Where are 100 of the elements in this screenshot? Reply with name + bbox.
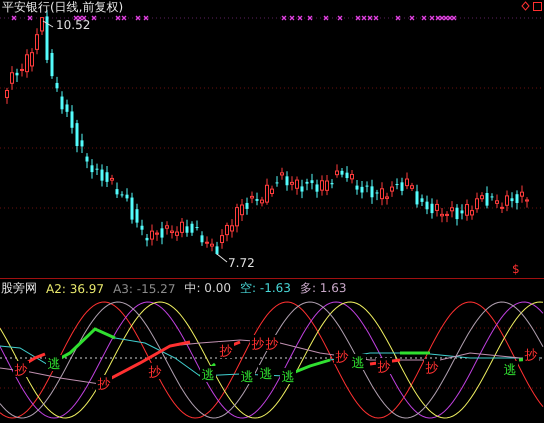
indicator-value: A3: -15.27 [113,282,176,296]
candlestick [346,166,348,182]
candlestick [396,178,398,190]
buy-signal-label: 抄 [426,361,438,376]
candlestick [76,119,78,153]
sell-signal-label: 逃 [202,368,214,383]
candlestick [316,179,318,198]
candlestick [300,179,304,199]
candlestick [360,180,364,199]
candlestick [416,184,418,208]
candlestick [276,176,278,188]
candlestick [116,182,118,198]
candlestick [460,204,464,220]
candlestick [56,76,58,92]
cross-marker [421,15,427,21]
candlestick [50,48,54,80]
sell-signal-label: 逃 [282,370,294,385]
cross-marker [409,15,415,21]
candlestick [86,152,88,169]
candlestick [80,133,84,154]
candlestick [146,233,148,247]
candlestick [310,173,314,190]
sell-signal-label: 逃 [240,370,254,385]
candlestick [110,174,114,186]
candlestick [516,190,518,210]
candlestick [490,192,494,202]
cross-marker [289,15,295,21]
candlestick [126,188,128,202]
candlestick [90,158,94,180]
candlestick [200,230,204,246]
leader-line [216,254,228,262]
candlestick [335,164,339,178]
sell-signal-label: 逃 [504,363,516,378]
indicator-name: 股旁网 [1,280,37,297]
candlestick [306,178,308,191]
diamond-icon[interactable] [521,1,530,11]
candlestick [430,198,434,220]
candlestick [370,179,374,204]
signal-mark: $ [512,262,520,276]
candlestick [160,221,164,245]
leader-line [42,20,54,28]
candlestick [456,204,458,226]
candlestick [426,195,428,215]
candlestick [486,186,488,209]
high-price-label: 10.52 [56,18,90,32]
cross-marker [11,15,17,21]
candlestick [340,168,344,178]
candlestick [96,163,98,176]
candlestick [400,177,404,196]
candlestick [100,164,104,187]
cross-marker [395,15,401,21]
candlestick [420,194,424,206]
low-price-label: 7.72 [228,256,255,270]
indicator-value: 多: 1.63 [300,280,347,297]
candlestick [136,203,138,228]
candlestick [16,68,18,82]
sell-signal-label: 逃 [48,357,60,372]
buy-signal-label: 抄 [378,360,390,375]
candlestick [186,219,188,238]
cross-marker [307,15,313,21]
indicator-value: A2: 36.97 [46,282,104,296]
buy-signal-label: 抄 [220,344,232,359]
cross-marker [323,15,329,21]
chart-title: 平安银行(日线,前复权) [2,0,124,14]
buy-signal-label: 抄 [14,363,28,378]
candlestick [60,90,64,114]
candlestick [350,170,354,184]
buy-signal-label: 抄 [252,337,264,352]
sell-signal-label: 逃 [352,356,364,371]
candlestick [366,180,368,193]
candlestick [256,192,258,206]
candlestick [190,220,194,236]
candlestick [216,241,218,256]
candlestick [250,191,254,204]
buy-signal-label: 抄 [98,377,110,392]
candlestick [510,192,514,208]
candlestick [130,192,134,224]
buy-signal-label: 抄 [148,365,162,380]
buy-signal-label: 抄 [266,337,278,352]
candlestick [120,190,124,198]
candlestick [286,170,288,192]
cross-marker [281,15,287,21]
candlestick [66,99,68,118]
cross-marker [135,15,141,21]
candlestick [330,178,334,189]
sell-signal-label: 逃 [260,367,272,382]
cross-marker [337,15,343,21]
indicator-value: 空: -1.63 [240,280,291,297]
cross-marker [27,15,33,21]
candlestick [196,220,198,232]
buy-signal-label: 抄 [524,348,538,363]
candlestick [356,179,358,196]
candlestick [280,167,284,180]
cross-marker [91,15,97,21]
square-icon[interactable] [533,1,542,11]
buy-signal-label: 抄 [336,350,348,365]
indicator-value: 中: 0.00 [184,280,232,297]
candlestick [106,166,108,188]
candlestick [140,219,144,236]
cross-marker [297,15,303,21]
